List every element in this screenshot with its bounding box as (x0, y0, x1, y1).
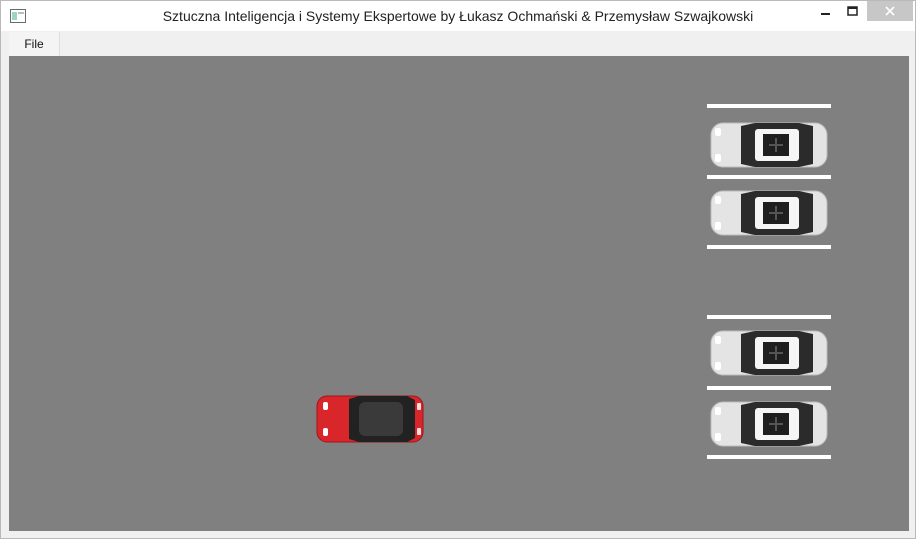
parking-line (707, 175, 831, 179)
parking-line (707, 104, 831, 108)
parking-line (707, 245, 831, 249)
parking-line (707, 386, 831, 390)
close-icon[interactable] (867, 1, 913, 21)
parked-car (710, 122, 828, 168)
title-bar[interactable]: Sztuczna Inteligencja i Systemy Eksperto… (1, 1, 915, 31)
parked-car (710, 330, 828, 376)
parking-line (707, 455, 831, 459)
parking-line (707, 315, 831, 319)
menu-bar: File (8, 32, 908, 56)
player-car[interactable] (315, 393, 425, 445)
parking-scene-canvas[interactable] (9, 56, 909, 531)
parked-car (710, 401, 828, 447)
app-window: Sztuczna Inteligencja i Systemy Eksperto… (0, 0, 916, 539)
maximize-icon[interactable] (836, 1, 868, 23)
menu-file[interactable]: File (9, 32, 60, 56)
parked-car (710, 190, 828, 236)
window-title: Sztuczna Inteligencja i Systemy Eksperto… (162, 8, 754, 24)
